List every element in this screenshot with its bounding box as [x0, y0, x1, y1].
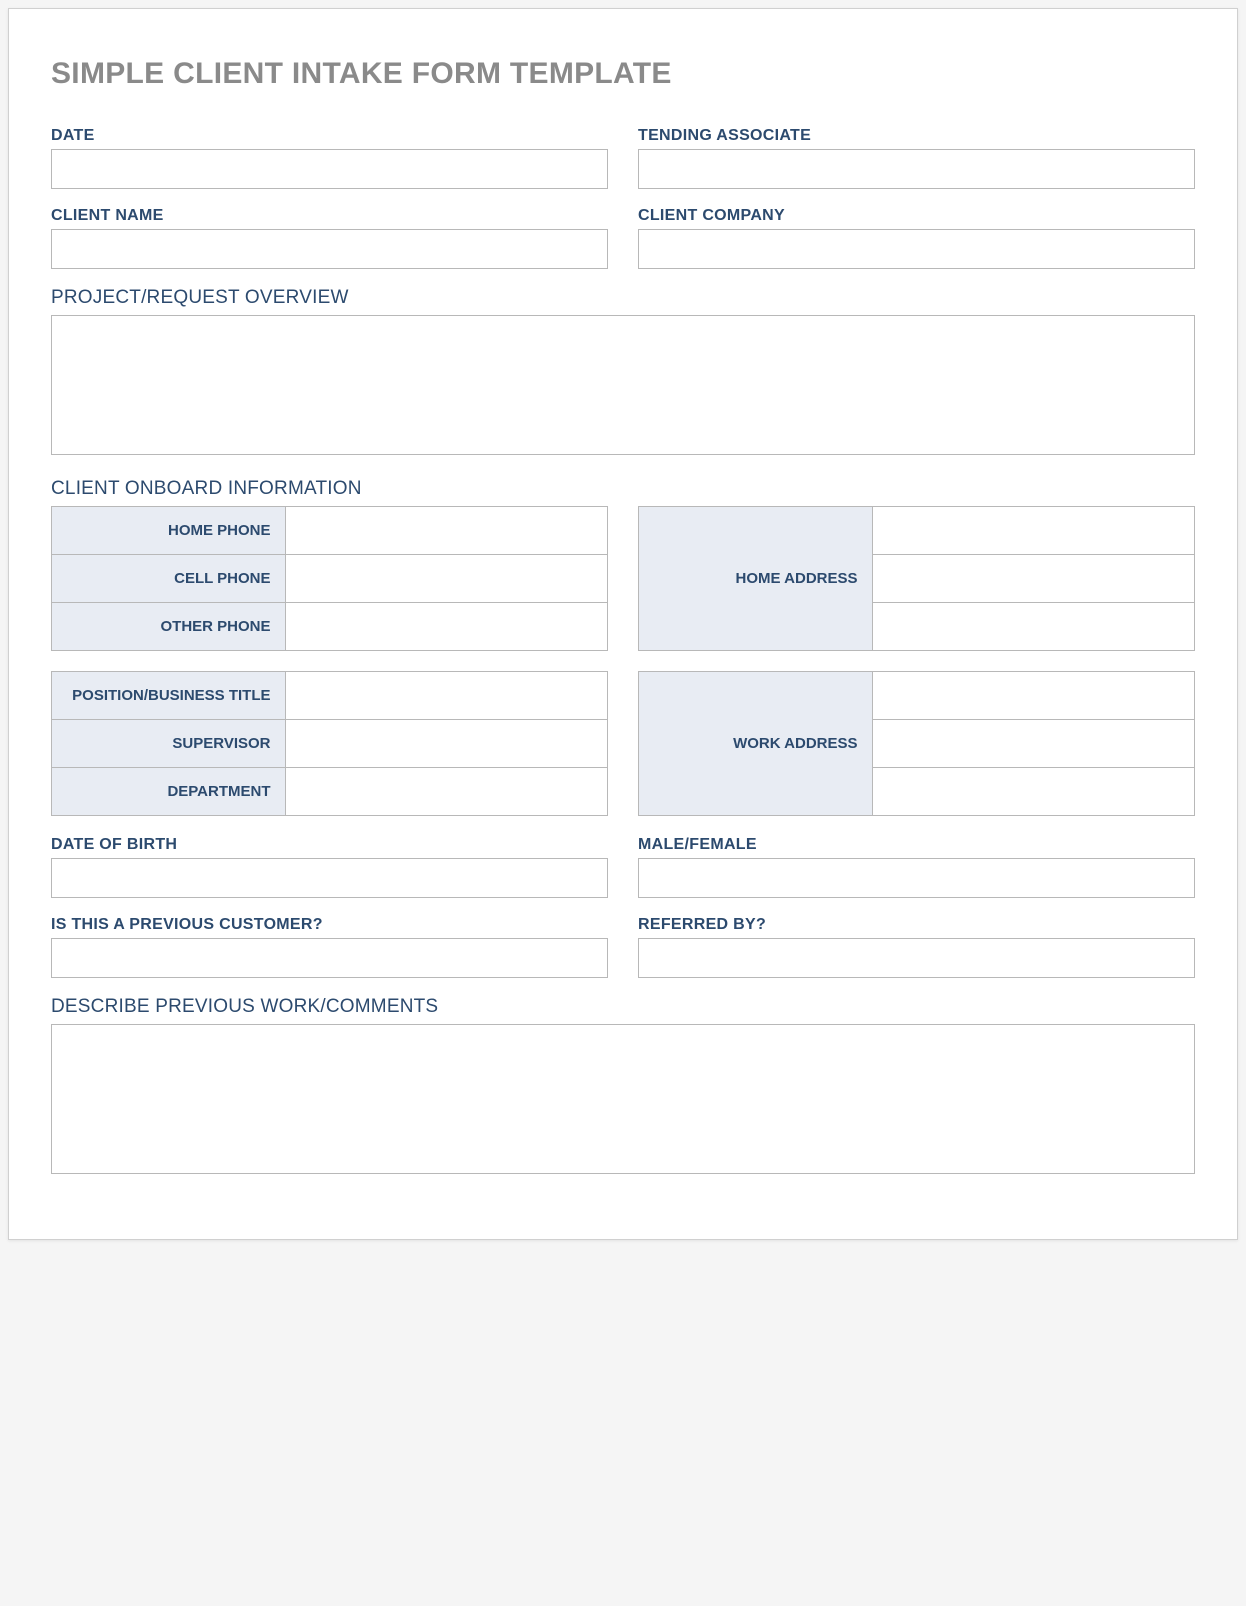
intake-form-page: SIMPLE CLIENT INTAKE FORM TEMPLATE DATE … — [8, 8, 1238, 1240]
onboard-section-label: CLIENT ONBOARD INFORMATION — [51, 478, 1195, 500]
previous-customer-field[interactable] — [51, 938, 608, 978]
other-phone-field[interactable] — [286, 603, 607, 650]
phone-table: HOME PHONE CELL PHONE OTHER PHONE — [51, 506, 608, 651]
comments-label: DESCRIBE PREVIOUS WORK/COMMENTS — [51, 996, 1195, 1018]
client-name-label: CLIENT NAME — [51, 207, 608, 225]
row-client-name-company: CLIENT NAME CLIENT COMPANY — [51, 207, 1195, 269]
work-address-table: WORK ADDRESS — [638, 671, 1195, 816]
position-table: POSITION/BUSINESS TITLE SUPERVISOR DEPAR… — [51, 671, 608, 816]
project-overview-label: PROJECT/REQUEST OVERVIEW — [51, 287, 1195, 309]
home-address-line2-field[interactable] — [873, 555, 1194, 602]
onboard-phones-home-address: HOME PHONE CELL PHONE OTHER PHONE HOME A… — [51, 506, 1195, 651]
work-address-line1-field[interactable] — [873, 672, 1194, 719]
project-overview-field[interactable] — [51, 315, 1195, 455]
tending-associate-label: TENDING ASSOCIATE — [638, 127, 1195, 145]
dob-label: DATE OF BIRTH — [51, 836, 608, 854]
gender-label: MALE/FEMALE — [638, 836, 1195, 854]
comments-field[interactable] — [51, 1024, 1195, 1174]
referred-by-field[interactable] — [638, 938, 1195, 978]
home-address-table: HOME ADDRESS — [638, 506, 1195, 651]
other-phone-label: OTHER PHONE — [52, 603, 286, 651]
row-date-associate: DATE TENDING ASSOCIATE — [51, 127, 1195, 189]
work-address-label: WORK ADDRESS — [639, 672, 873, 816]
work-address-line3-field[interactable] — [873, 768, 1194, 815]
previous-customer-label: IS THIS A PREVIOUS CUSTOMER? — [51, 916, 608, 934]
client-company-field[interactable] — [638, 229, 1195, 269]
home-phone-label: HOME PHONE — [52, 507, 286, 555]
department-field[interactable] — [286, 768, 607, 815]
position-title-label: POSITION/BUSINESS TITLE — [52, 672, 286, 720]
cell-phone-label: CELL PHONE — [52, 555, 286, 603]
position-title-field[interactable] — [286, 672, 607, 719]
client-company-label: CLIENT COMPANY — [638, 207, 1195, 225]
page-title: SIMPLE CLIENT INTAKE FORM TEMPLATE — [51, 57, 1195, 91]
department-label: DEPARTMENT — [52, 768, 286, 816]
date-label: DATE — [51, 127, 608, 145]
supervisor-field[interactable] — [286, 720, 607, 767]
home-address-line3-field[interactable] — [873, 603, 1194, 650]
project-overview-section: PROJECT/REQUEST OVERVIEW — [51, 287, 1195, 460]
work-address-line2-field[interactable] — [873, 720, 1194, 767]
date-field[interactable] — [51, 149, 608, 189]
home-phone-field[interactable] — [286, 507, 607, 554]
referred-by-label: REFERRED BY? — [638, 916, 1195, 934]
home-address-label: HOME ADDRESS — [639, 507, 873, 651]
client-name-field[interactable] — [51, 229, 608, 269]
row-dob-gender: DATE OF BIRTH MALE/FEMALE — [51, 836, 1195, 898]
home-address-line1-field[interactable] — [873, 507, 1194, 554]
row-prevcustomer-referred: IS THIS A PREVIOUS CUSTOMER? REFERRED BY… — [51, 916, 1195, 978]
supervisor-label: SUPERVISOR — [52, 720, 286, 768]
onboard-position-work-address: POSITION/BUSINESS TITLE SUPERVISOR DEPAR… — [51, 671, 1195, 816]
dob-field[interactable] — [51, 858, 608, 898]
gender-field[interactable] — [638, 858, 1195, 898]
cell-phone-field[interactable] — [286, 555, 607, 602]
comments-section: DESCRIBE PREVIOUS WORK/COMMENTS — [51, 996, 1195, 1179]
tending-associate-field[interactable] — [638, 149, 1195, 189]
